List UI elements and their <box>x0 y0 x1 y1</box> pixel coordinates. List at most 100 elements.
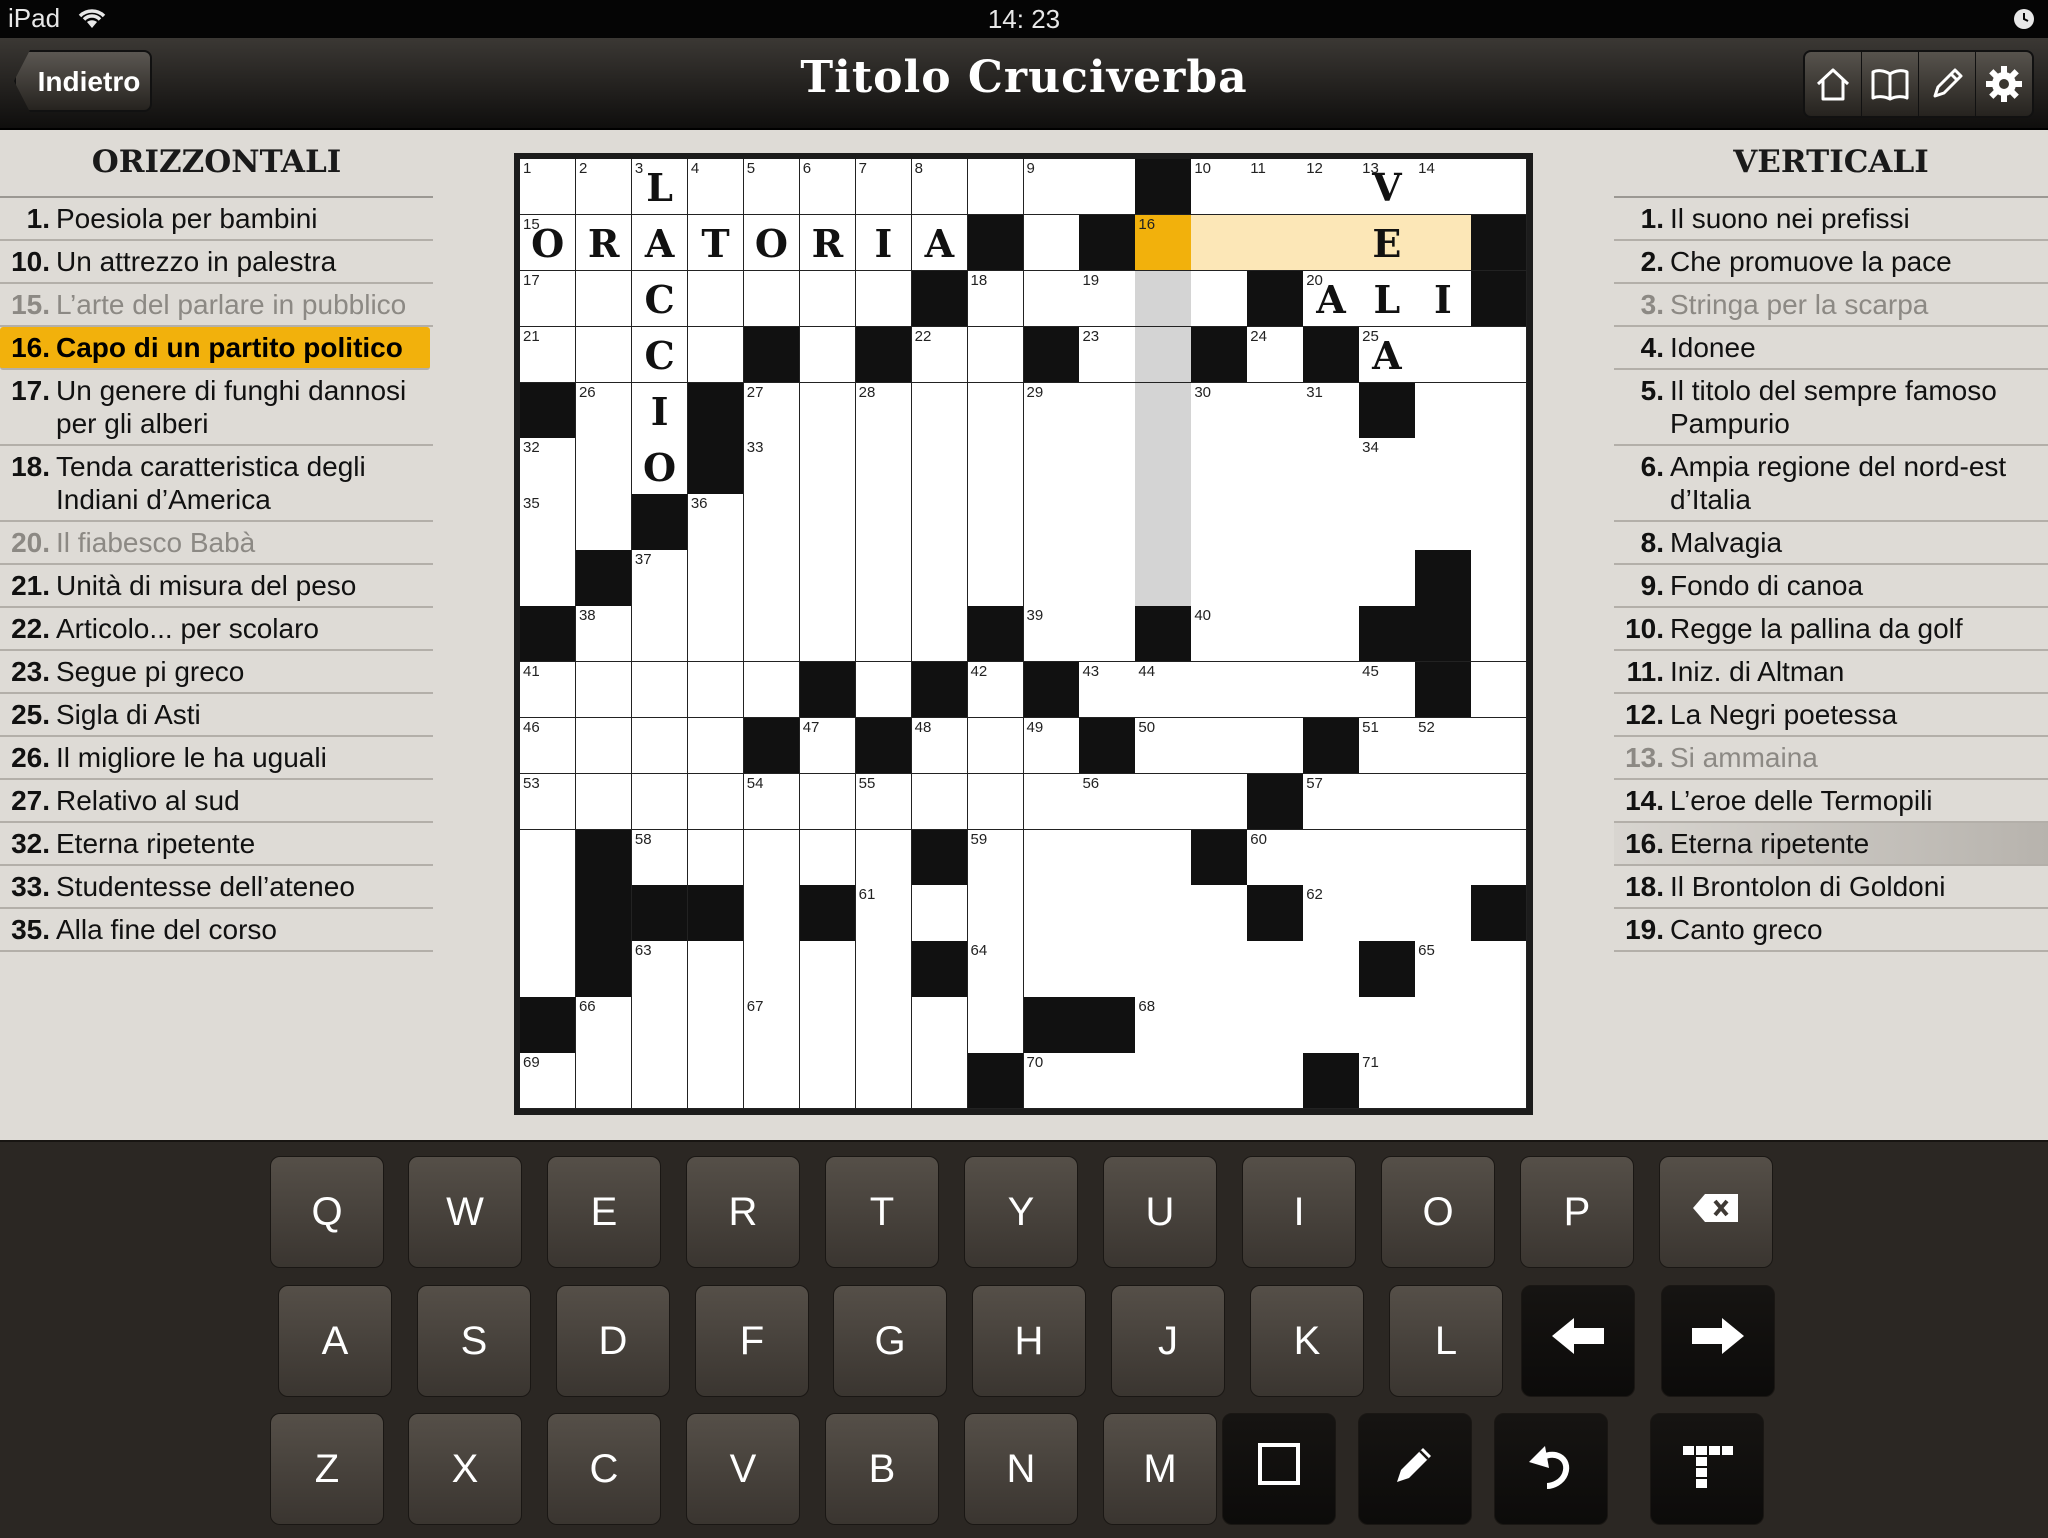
grid-cell[interactable]: 64 <box>967 941 1024 998</box>
grid-cell[interactable]: 28 <box>855 382 913 439</box>
grid-cell[interactable] <box>967 326 1024 384</box>
key-m[interactable]: M <box>1103 1413 1217 1525</box>
grid-cell[interactable] <box>575 773 633 831</box>
grid-cell[interactable] <box>855 270 913 328</box>
grid-cell[interactable]: 21 <box>520 326 577 384</box>
grid-cell[interactable] <box>1359 773 1416 831</box>
grid-cell[interactable] <box>687 326 745 384</box>
grid-cell[interactable]: 6 <box>799 159 857 216</box>
across-clue[interactable]: 23. Segue pi greco <box>0 651 433 694</box>
key-p[interactable]: P <box>1520 1156 1634 1268</box>
grid-cell[interactable] <box>1191 270 1248 328</box>
grid-cell[interactable]: O <box>631 438 689 495</box>
grid-cell[interactable] <box>799 829 857 886</box>
grid-cell[interactable]: 29 <box>1023 382 1080 439</box>
grid-cell[interactable]: 8 <box>911 159 969 216</box>
grid-cell[interactable]: I <box>1415 270 1472 328</box>
grid-cell[interactable] <box>1023 438 1080 495</box>
grid-cell[interactable]: 7 <box>855 159 913 216</box>
grid-cell[interactable]: 44 <box>1135 661 1192 719</box>
grid-cell[interactable] <box>687 270 745 328</box>
grid-cell[interactable]: 11 <box>1247 159 1304 216</box>
grid-cell[interactable] <box>1359 885 1416 942</box>
grid-cell[interactable] <box>911 606 969 663</box>
grid-cell[interactable] <box>1135 829 1192 886</box>
grid-cell[interactable] <box>1023 270 1080 328</box>
grid-cell[interactable] <box>1135 941 1192 998</box>
grid-cell[interactable] <box>743 550 801 607</box>
grid-cell[interactable] <box>911 997 969 1054</box>
grid-cell[interactable]: 33 <box>743 438 801 495</box>
grid-cell[interactable]: 53 <box>520 773 577 831</box>
key-c[interactable]: C <box>547 1413 661 1525</box>
down-clue[interactable]: 14. L’eroe delle Termopili <box>1614 780 2048 823</box>
grid-cell[interactable] <box>1415 773 1472 831</box>
grid-cell[interactable]: 32 <box>520 438 577 495</box>
grid-cell[interactable] <box>1303 606 1360 663</box>
grid-cell[interactable] <box>855 1053 913 1110</box>
grid-cell[interactable]: 57 <box>1303 773 1360 831</box>
grid-cell[interactable] <box>1135 438 1192 495</box>
key-j[interactable]: J <box>1111 1285 1225 1397</box>
grid-cell[interactable] <box>1303 829 1360 886</box>
across-clue[interactable]: 22. Articolo... per scolaro <box>0 608 433 651</box>
grid-cell[interactable] <box>911 382 969 439</box>
grid-cell[interactable]: 54 <box>743 773 801 831</box>
grid-cell[interactable] <box>1079 159 1136 216</box>
grid-cell[interactable]: 12 <box>1303 159 1360 216</box>
grid-cell[interactable] <box>687 829 745 886</box>
grid-cell[interactable]: 15 O <box>520 214 577 272</box>
grid-cell[interactable]: 43 <box>1079 661 1136 719</box>
grid-cell[interactable]: 1 <box>520 159 577 216</box>
grid-cell[interactable] <box>1415 997 1472 1054</box>
grid-cell[interactable]: 3L <box>631 159 689 216</box>
grid-cell[interactable] <box>687 550 745 607</box>
grid-cell[interactable] <box>1247 941 1304 998</box>
down-clue[interactable]: 4. Idonee <box>1614 327 2048 370</box>
across-clue[interactable]: 15. L’arte del parlare in pubblico <box>0 284 433 327</box>
grid-cell[interactable]: 2 <box>575 159 633 216</box>
across-clue[interactable]: 21. Unità di misura del peso <box>0 565 433 608</box>
down-clue[interactable]: 8. Malvagia <box>1614 522 2048 565</box>
across-clue[interactable]: 10. Un attrezzo in palestra <box>0 241 433 284</box>
grid-cell[interactable]: 13 V <box>1359 159 1416 216</box>
grid-cell[interactable]: 38 <box>575 606 633 663</box>
grid-cell[interactable]: 25 A <box>1359 326 1416 384</box>
grid-cell[interactable] <box>1191 997 1248 1054</box>
grid-cell[interactable] <box>743 829 801 886</box>
key-s[interactable]: S <box>417 1285 531 1397</box>
grid-cell[interactable]: 61 <box>855 885 913 942</box>
key-i[interactable]: I <box>1242 1156 1356 1268</box>
grid-cell[interactable]: 42 <box>967 661 1024 719</box>
grid-cell[interactable]: 51 <box>1359 717 1416 775</box>
grid-cell[interactable] <box>1359 494 1416 551</box>
grid-cell[interactable] <box>967 438 1024 495</box>
grid-cell[interactable] <box>799 550 857 607</box>
grid-cell[interactable] <box>1191 773 1248 831</box>
down-clue[interactable]: 3. Stringa per la scarpa <box>1614 284 2048 327</box>
grid-cell[interactable] <box>575 1053 633 1110</box>
grid-cell[interactable] <box>1079 885 1136 942</box>
grid-cell[interactable] <box>1023 829 1080 886</box>
key-q[interactable]: Q <box>270 1156 384 1268</box>
grid-cell[interactable] <box>1471 438 1528 495</box>
grid-cell[interactable] <box>687 606 745 663</box>
key-w[interactable]: W <box>408 1156 522 1268</box>
book-icon[interactable] <box>1861 52 1918 116</box>
down-clue[interactable]: 5. Il titolo del sempre famoso Pampurio <box>1614 370 2048 446</box>
grid-cell[interactable] <box>1359 829 1416 886</box>
grid-cell[interactable] <box>1135 270 1192 328</box>
grid-cell[interactable] <box>1191 717 1248 775</box>
down-clue[interactable]: 12. La Negri poetessa <box>1614 694 2048 737</box>
pencil-key[interactable] <box>1358 1413 1472 1525</box>
grid-cell[interactable] <box>1247 997 1304 1054</box>
grid-cell[interactable]: A <box>911 214 969 272</box>
grid-cell[interactable] <box>1135 773 1192 831</box>
grid-cell[interactable] <box>687 941 745 998</box>
grid-cell[interactable] <box>1079 829 1136 886</box>
grid-cell[interactable] <box>520 829 577 886</box>
grid-cell[interactable] <box>1415 1053 1472 1110</box>
grid-cell[interactable] <box>1303 997 1360 1054</box>
grid-cell[interactable]: 5 <box>743 159 801 216</box>
grid-cell[interactable] <box>1471 159 1528 216</box>
